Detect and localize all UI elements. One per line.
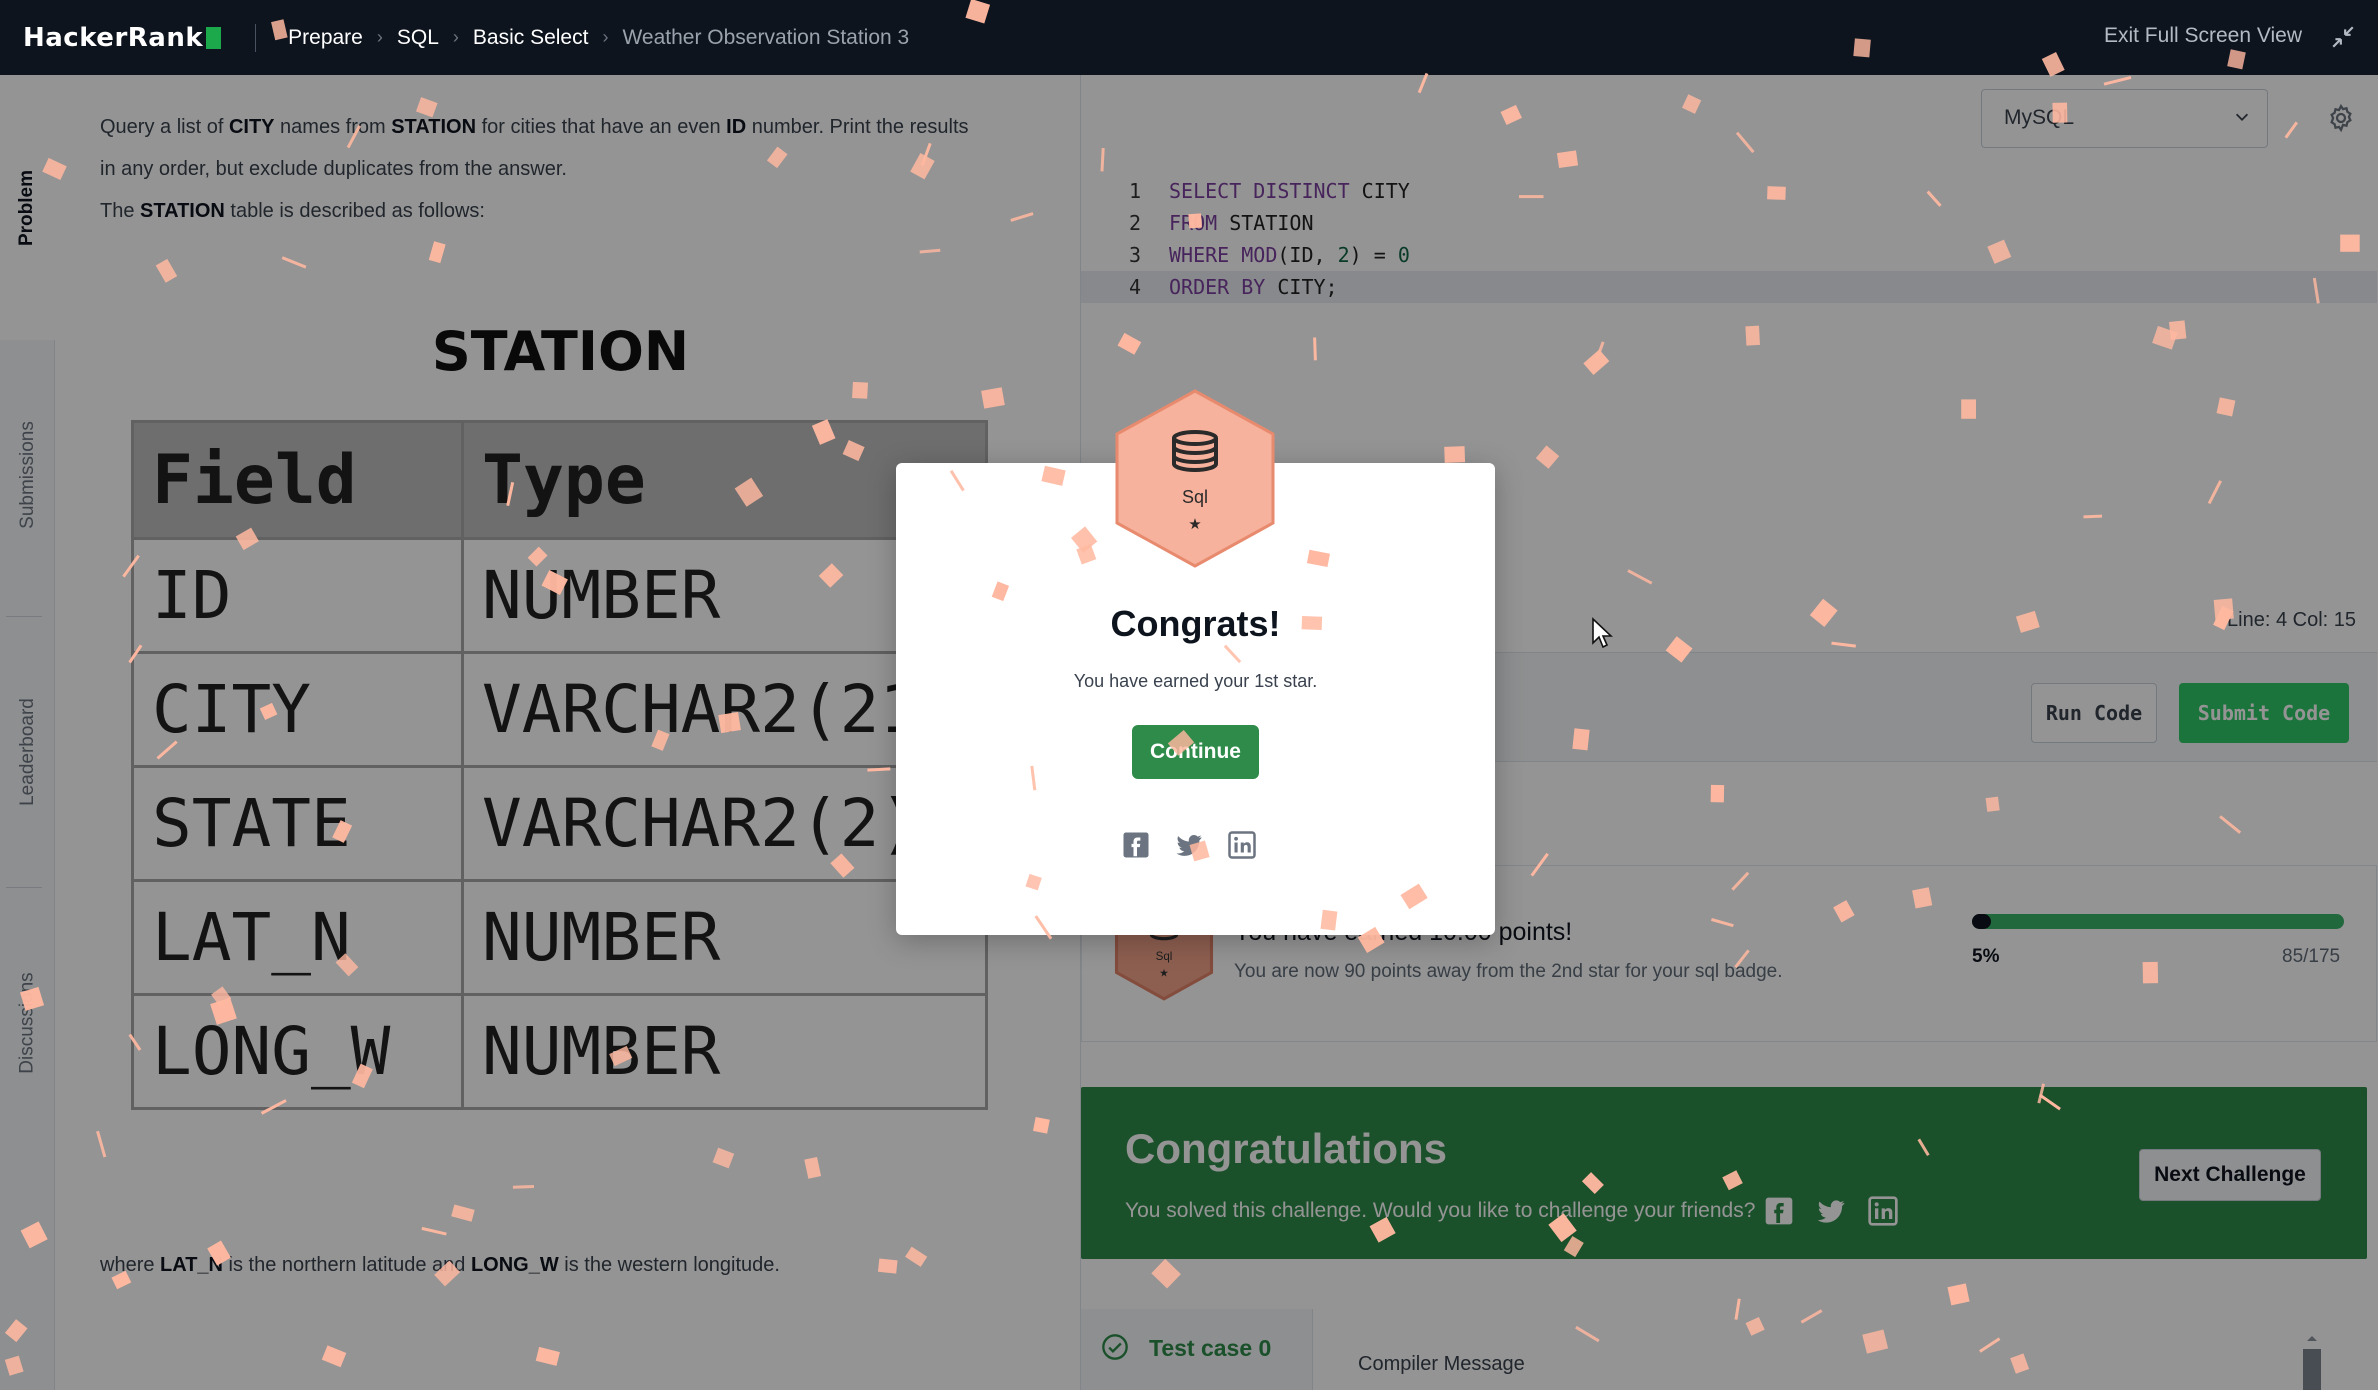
twitter-icon[interactable] xyxy=(1174,830,1204,860)
logo-mark xyxy=(206,26,222,49)
modal-subtitle: You have earned your 1st star. xyxy=(1073,671,1318,691)
breadcrumb-basic-select[interactable]: Basic Select xyxy=(473,26,589,50)
breadcrumb-chevron-icon: › xyxy=(602,27,609,47)
breadcrumb-chevron-icon: › xyxy=(376,27,383,47)
logo-text: HackerRank xyxy=(23,22,204,53)
breadcrumb-current: Weather Observation Station 3 xyxy=(622,25,910,49)
svg-text:★: ★ xyxy=(1188,515,1201,533)
linkedin-icon[interactable] xyxy=(1227,830,1257,860)
mouse-cursor-icon xyxy=(1592,617,1613,649)
sql-star-badge-icon: Sql ★ xyxy=(1115,389,1275,568)
exit-fullscreen-link[interactable]: Exit Full Screen View xyxy=(2104,24,2302,48)
collapse-icon[interactable] xyxy=(2330,24,2356,50)
breadcrumb-prepare[interactable]: Prepare xyxy=(288,26,363,50)
continue-button[interactable]: Continue xyxy=(1132,725,1259,779)
breadcrumb-sql[interactable]: SQL xyxy=(397,26,439,50)
svg-text:Sql: Sql xyxy=(1182,487,1208,507)
facebook-icon[interactable] xyxy=(1121,830,1151,860)
modal-social-links xyxy=(1121,830,1257,860)
top-nav-bar: HackerRank Prepare › SQL › Basic Select … xyxy=(0,0,2378,75)
modal-title: Congrats! xyxy=(1110,603,1281,644)
breadcrumb-chevron-icon: › xyxy=(452,27,459,47)
nav-separator xyxy=(255,23,257,52)
hackerrank-logo[interactable]: HackerRank xyxy=(23,22,222,53)
